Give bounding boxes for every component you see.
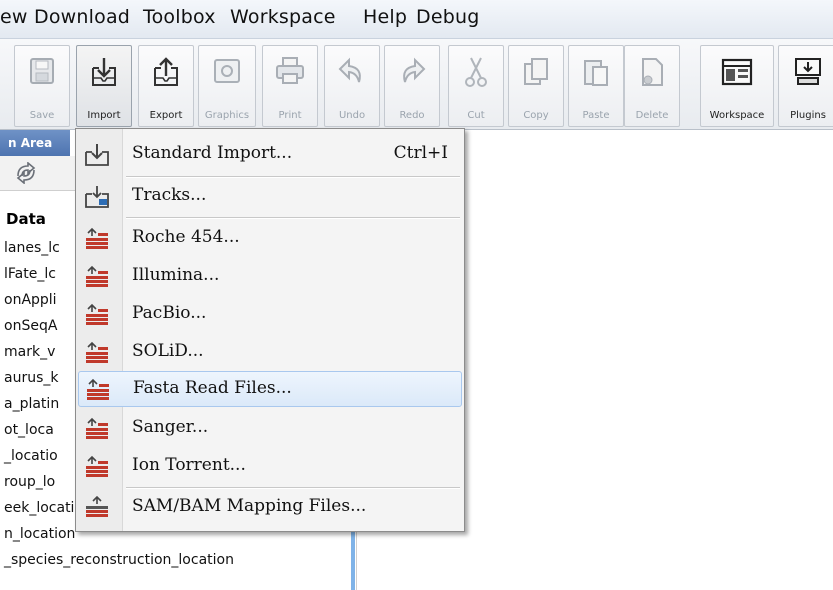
cut-button[interactable]: Cut	[448, 45, 504, 127]
workspace-icon	[721, 58, 753, 86]
paste-label: Paste	[582, 110, 610, 121]
undo-icon	[338, 57, 361, 83]
graphics-button[interactable]: Graphics	[198, 45, 256, 127]
toolbar: Save Import Export Graphics Print Undo R…	[0, 39, 833, 130]
reads-import-icon	[86, 417, 108, 439]
menu-item-label: Tracks...	[132, 185, 207, 205]
menu-item-label: Fasta Read Files...	[133, 378, 292, 398]
paste-icon	[584, 60, 608, 86]
tree-item[interactable]: a_platin	[4, 396, 59, 412]
import-button[interactable]: Import	[76, 45, 132, 127]
redo-label: Redo	[399, 110, 425, 121]
tree-item[interactable]: onAppli	[4, 292, 57, 308]
tree-item[interactable]: roup_lo	[4, 474, 55, 490]
export-button[interactable]: Export	[138, 45, 194, 127]
tree-root-data[interactable]: Data	[6, 210, 46, 228]
redo-icon	[403, 57, 426, 83]
tree-item[interactable]: n_location	[4, 526, 75, 542]
menu-item-label: Sanger...	[132, 417, 209, 437]
menu-item-tracks[interactable]: Tracks...	[78, 179, 462, 215]
print-label: Print	[278, 110, 302, 121]
reads-import-icon	[86, 227, 108, 249]
tree-item[interactable]: lFate_lc	[4, 266, 56, 282]
menu-item-label: PacBio...	[132, 303, 207, 323]
standard-import-icon	[85, 144, 109, 166]
menu-bar: ew Download Toolbox Workspace Help Debug	[0, 0, 833, 39]
menu-item-shortcut: Ctrl+I	[393, 143, 448, 163]
menu-download[interactable]: Download	[34, 6, 130, 28]
menu-item-label: SOLiD...	[132, 341, 204, 361]
tracks-icon	[85, 186, 109, 208]
plugins-label: Plugins	[790, 110, 826, 121]
menu-toolbox[interactable]: Toolbox	[143, 6, 216, 28]
print-button[interactable]: Print	[262, 45, 318, 127]
menu-item-pacbio[interactable]: PacBio...	[78, 297, 462, 333]
menu-debug[interactable]: Debug	[416, 6, 479, 28]
workspace-label: Workspace	[709, 110, 765, 121]
reads-import-icon	[86, 455, 108, 477]
tree-item[interactable]: _species_reconstruction_location	[4, 552, 234, 568]
tree-item[interactable]: ot_loca	[4, 422, 54, 438]
cut-label: Cut	[467, 110, 485, 121]
undo-label: Undo	[338, 110, 366, 121]
copy-label: Copy	[523, 110, 549, 121]
tree-item[interactable]: mark_v	[4, 344, 55, 360]
reads-import-icon	[86, 341, 108, 363]
graphics-icon	[214, 59, 240, 83]
undo-button[interactable]: Undo	[324, 45, 380, 127]
export-label: Export	[149, 110, 183, 121]
copy-button[interactable]: Copy	[508, 45, 564, 127]
mapping-import-icon	[86, 496, 108, 517]
menu-item-label: Roche 454...	[132, 227, 240, 247]
menu-item-sanger[interactable]: Sanger...	[78, 411, 462, 447]
export-icon	[154, 57, 178, 86]
menu-help[interactable]: Help	[363, 6, 407, 28]
save-label: Save	[29, 110, 55, 121]
save-icon	[30, 58, 54, 84]
menu-view[interactable]: ew	[0, 6, 28, 28]
tree-item[interactable]: onSeqA	[4, 318, 57, 334]
menu-item-roche-454[interactable]: Roche 454...	[78, 221, 462, 257]
menu-item-label: SAM/BAM Mapping Files...	[132, 496, 367, 516]
save-button[interactable]: Save	[14, 45, 70, 127]
menu-separator	[126, 176, 460, 178]
delete-label: Delete	[635, 110, 669, 121]
cut-icon	[465, 57, 487, 87]
menu-item-fasta-read-files[interactable]: Fasta Read Files...	[78, 371, 462, 407]
menu-item-ion-torrent[interactable]: Ion Torrent...	[78, 449, 462, 485]
plugins-button[interactable]: Plugins	[778, 45, 833, 127]
reads-import-icon	[86, 303, 108, 325]
tree-item[interactable]: _locatio	[4, 448, 58, 464]
reads-import-icon	[86, 265, 108, 287]
navigation-area-tab[interactable]: n Area	[0, 130, 70, 156]
import-label: Import	[87, 110, 121, 121]
import-dropdown-menu: Standard Import... Ctrl+I Tracks... Roch…	[75, 128, 465, 532]
menu-item-standard-import[interactable]: Standard Import... Ctrl+I	[78, 137, 462, 173]
workspace-button[interactable]: Workspace	[700, 45, 774, 127]
delete-button[interactable]: Delete	[624, 45, 680, 127]
menu-item-illumina[interactable]: Illumina...	[78, 259, 462, 295]
menu-item-label: Illumina...	[132, 265, 220, 285]
menu-workspace[interactable]: Workspace	[230, 6, 336, 28]
menu-item-sam-bam-mapping-files[interactable]: SAM/BAM Mapping Files...	[78, 490, 462, 526]
refresh-icon[interactable]	[14, 162, 38, 184]
redo-button[interactable]: Redo	[384, 45, 440, 127]
reads-import-icon	[87, 378, 109, 400]
copy-icon	[524, 58, 548, 85]
menu-item-label: Ion Torrent...	[132, 455, 246, 475]
paste-button[interactable]: Paste	[568, 45, 624, 127]
menu-item-label: Standard Import...	[132, 143, 293, 163]
print-icon	[276, 57, 304, 84]
plugins-icon	[795, 58, 821, 85]
tree-item[interactable]: lanes_lc	[4, 240, 60, 256]
menu-separator	[126, 217, 460, 219]
delete-icon	[642, 58, 663, 86]
tree-item[interactable]: aurus_k	[4, 370, 58, 386]
import-icon	[92, 58, 116, 86]
graphics-label: Graphics	[204, 110, 250, 121]
menu-separator	[126, 487, 460, 489]
menu-item-solid[interactable]: SOLiD...	[78, 335, 462, 371]
